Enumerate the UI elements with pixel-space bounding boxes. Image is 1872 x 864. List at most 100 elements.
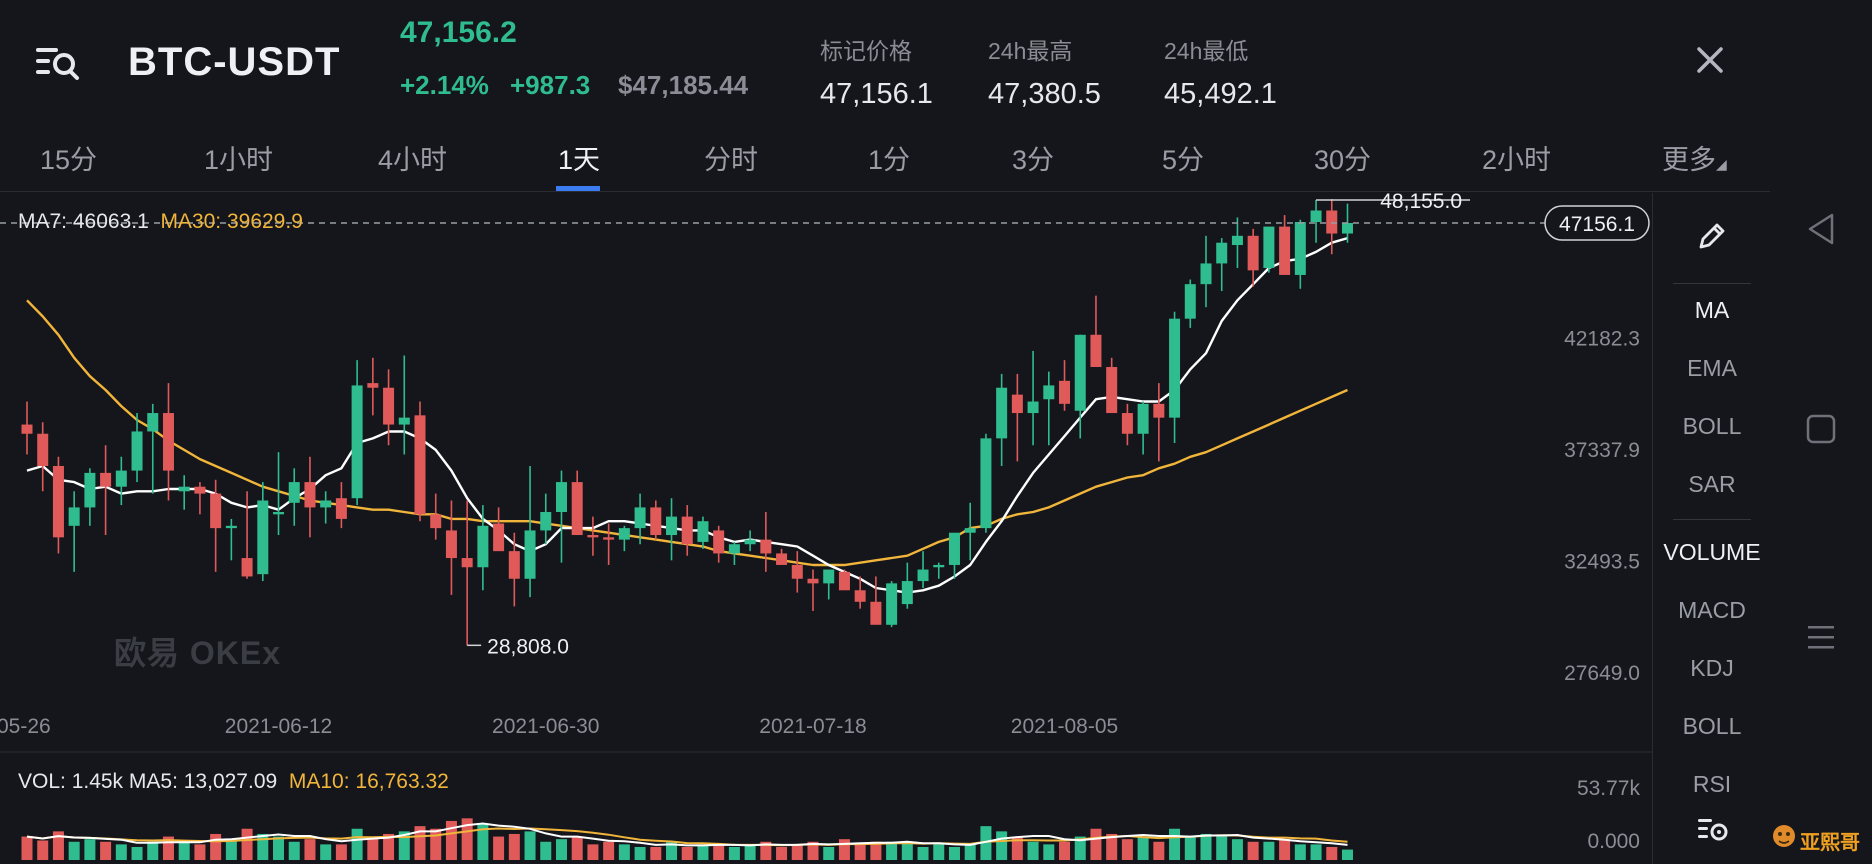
volume-bar [1263,841,1275,860]
mark-price-stat: 标记价格 47,156.1 [820,32,933,111]
candle-body [414,415,426,515]
indicator-rsi[interactable]: RSI [1653,771,1771,793]
recents-nav-icon[interactable] [1806,622,1836,657]
indicator-ma[interactable]: MA [1653,297,1771,324]
y-tick-label: 32493.5 [1564,550,1640,573]
candle-body [430,514,442,529]
volume-bar [147,841,159,860]
tab-15m[interactable]: 15分 [40,138,97,177]
volume-bar [1310,844,1322,860]
tab-4h[interactable]: 4小时 [378,138,447,177]
indicator-macd[interactable]: MACD [1653,597,1771,624]
y-tick-label: 37337.9 [1564,439,1640,462]
x-tick-label: 2021-06-12 [225,715,332,738]
indicator-volume[interactable]: VOLUME [1653,539,1771,566]
volume-bar [571,836,583,860]
candle-body [241,558,253,577]
menu-search-icon[interactable] [34,40,80,86]
ticker-header: BTC-USDT 47,156.2 +2.14% +987.3 $47,185.… [0,0,1770,120]
volume-legend: VOL: 1.45k MA5: 13,027.09 MA10: 16,763.3… [18,770,449,794]
volume-bar [493,836,505,860]
volume-bar [540,841,552,860]
close-icon[interactable] [1690,40,1730,80]
candle-body [980,438,992,529]
volume-bar [791,844,803,860]
indicator-settings-icon[interactable] [1653,811,1771,851]
volume-bar [901,841,913,860]
volume-bar [1121,839,1133,860]
candle-body [1326,210,1338,234]
candle-body [351,385,363,499]
high-24h-label: 24h最高 [988,38,1073,64]
home-nav-icon[interactable] [1806,414,1836,449]
volume-bar [131,846,143,860]
low-24h-label: 24h最低 [1164,38,1249,64]
tab-1h[interactable]: 1小时 [204,138,273,177]
usd-price: $47,185.44 [618,70,749,100]
chart-area[interactable]: 47026.742182.337337.932493.527649.005-26… [0,190,1652,864]
volume-bar [1279,839,1291,860]
candle-body [21,424,33,434]
volume-bar [1247,841,1259,860]
indicator-kdj[interactable]: KDJ [1653,655,1771,682]
volume-bar [1184,836,1196,860]
candle-body [1169,318,1181,418]
back-nav-icon[interactable] [1804,212,1838,251]
volume-bar [681,846,693,860]
axis-labels: 47026.742182.337337.932493.527649.005-26… [0,216,1640,853]
volume-bar [335,844,347,860]
volume-bar [650,846,662,860]
candle-body [728,544,740,554]
timeframe-tabs: 15分 1小时 4小时 1天 分时 1分 3分 5分 30分 2小时 更多◢ [0,120,1770,192]
tab-more[interactable]: 更多◢ [1662,138,1727,177]
tab-1m[interactable]: 1分 [868,138,910,177]
pair-name[interactable]: BTC-USDT [128,40,340,85]
tab-2h[interactable]: 2小时 [1482,138,1551,177]
okex-watermark: 欧易 OKEx [114,635,282,671]
candle-body [555,482,567,513]
side-divider [1673,283,1751,284]
volume-bar [115,844,127,860]
candle-body [634,507,646,529]
candle-body [1216,242,1228,264]
candle-body [1027,401,1039,414]
volume-bar [508,833,520,860]
volume-bar [225,839,237,860]
indicator-sar[interactable]: SAR [1653,471,1771,498]
candle-body [1200,263,1212,285]
high-24h-stat: 24h最高 47,380.5 [988,32,1101,111]
volume-layer [21,818,1353,860]
volume-bar [1216,836,1228,860]
volume-bar [744,844,756,860]
candle-body [650,507,662,536]
volume-bar [1059,841,1071,860]
volume-bar [68,841,80,860]
candles-layer [21,198,1353,646]
indicator-boll-sub[interactable]: BOLL [1653,713,1771,740]
draw-pencil-icon[interactable] [1653,219,1771,259]
candle-body [666,516,678,536]
candle-body [870,601,882,625]
x-tick-label: 05-26 [0,715,51,738]
tab-3m[interactable]: 3分 [1012,138,1054,177]
candle-body [933,564,945,568]
tab-1d[interactable]: 1天 [558,138,600,177]
candlestick-chart[interactable]: 47026.742182.337337.932493.527649.005-26… [0,190,1652,864]
tab-timeline[interactable]: 分时 [704,138,758,177]
tab-5m[interactable]: 5分 [1162,138,1204,177]
volume-bar [320,844,332,860]
branding-badge: 亚熙哥 [1770,816,1872,860]
candle-body [744,539,756,545]
vol-tick-label: 53.77k [1577,777,1641,800]
caret-down-icon: ◢ [1716,156,1727,172]
candle-body [115,470,127,487]
candle-body [618,528,630,540]
volume-bar [996,831,1008,860]
x-tick-label: 2021-07-18 [759,715,866,738]
low-24h-stat: 24h最低 45,492.1 [1164,32,1277,111]
candle-body [1231,235,1243,246]
indicator-ema[interactable]: EMA [1653,355,1771,382]
candle-body [304,482,316,508]
indicator-boll[interactable]: BOLL [1653,413,1771,440]
tab-30m[interactable]: 30分 [1314,138,1371,177]
